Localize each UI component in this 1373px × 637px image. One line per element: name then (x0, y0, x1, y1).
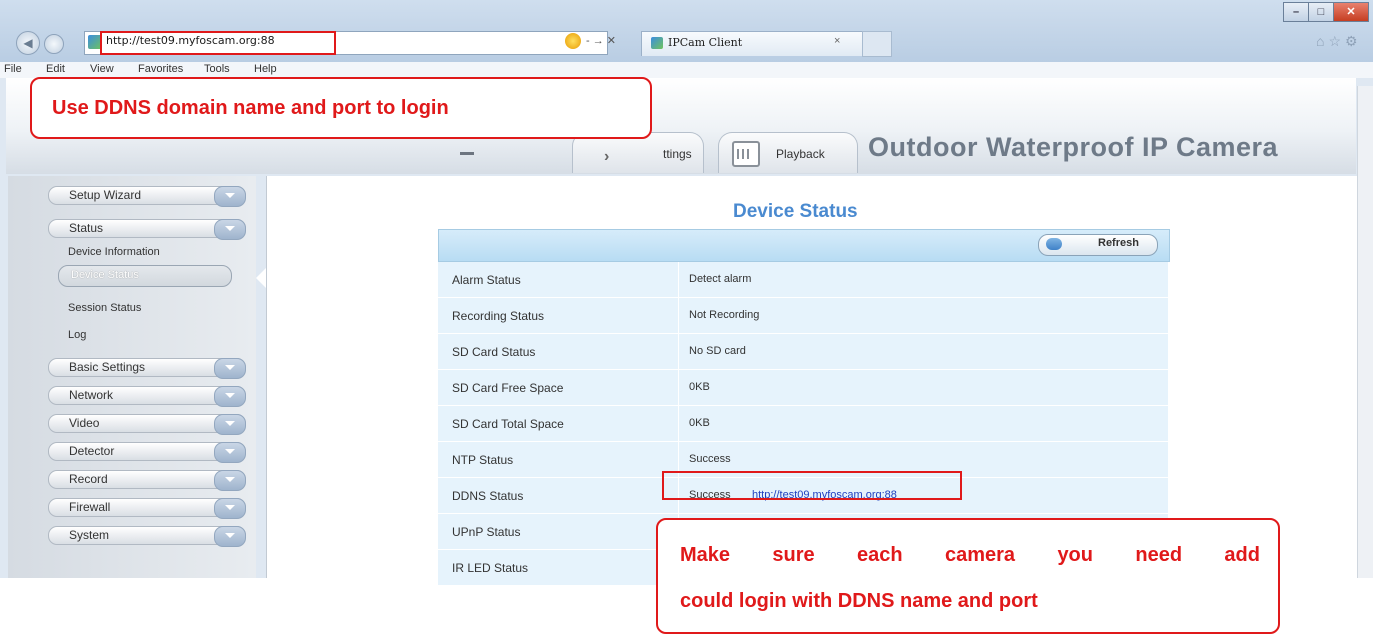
tab-favicon-icon (651, 37, 663, 49)
row-value-cell: 0KB (678, 370, 1169, 405)
table-row: SD Card Status No SD card (438, 334, 1168, 370)
annotation-callout-bottom: Make sure each camera you need add could… (656, 518, 1280, 634)
ddns-highlight-box (662, 471, 962, 500)
row-key: UPnP Status (452, 525, 521, 539)
calendar-icon (732, 141, 760, 167)
sub-item-device-status[interactable]: Device Status (58, 265, 232, 287)
table-row: SD Card Total Space 0KB (438, 406, 1168, 442)
chevron-down-icon (214, 442, 246, 463)
url-highlight-box (100, 31, 336, 55)
live-video-icon[interactable] (460, 146, 474, 155)
new-tab-button[interactable] (862, 31, 892, 57)
sub-item-session-status[interactable]: Session Status (68, 302, 141, 314)
sidebar-item-label: Network (69, 388, 114, 402)
sub-item-log[interactable]: Log (68, 329, 86, 341)
sidebar-item-label: Status (69, 221, 104, 235)
sidebar-item-label: Setup Wizard (69, 188, 142, 202)
tab-settings-label: ttings (663, 147, 692, 161)
sidebar-item-setup-wizard[interactable]: Setup Wizard (48, 186, 246, 207)
menu-favorites[interactable]: Favorites (138, 63, 183, 75)
menu-tools[interactable]: Tools (204, 63, 230, 75)
table-row: Alarm Status Detect alarm (438, 262, 1168, 298)
sidebar-item-label: Basic Settings (69, 360, 146, 374)
sidebar-item-network[interactable]: Network (48, 386, 246, 407)
close-window-button[interactable]: ✕ (1333, 2, 1369, 22)
menu-file[interactable]: File (4, 63, 22, 75)
menu-bar: File Edit View Favorites Tools Help (0, 62, 1373, 78)
page-title: Device Status (733, 201, 858, 222)
table-row: SD Card Free Space 0KB (438, 370, 1168, 406)
annotation-text: Use DDNS domain name and port to login (52, 97, 449, 119)
menu-help[interactable]: Help (254, 63, 277, 75)
row-key: Alarm Status (452, 273, 521, 287)
compatibility-view-icon[interactable] (565, 33, 581, 49)
maximize-icon: □ (1317, 6, 1325, 18)
sidebar-item-system[interactable]: System (48, 526, 246, 547)
row-key: SD Card Status (452, 345, 536, 359)
sidebar-item-video[interactable]: Video (48, 414, 246, 435)
annotation-callout-top: Use DDNS domain name and port to login (30, 77, 652, 139)
chevron-down-icon (214, 219, 246, 240)
settings-chevron-icon: › (604, 148, 610, 165)
vertical-scrollbar[interactable] (1357, 86, 1373, 578)
back-arrow-icon: ◀ (23, 36, 33, 50)
close-icon: ✕ (1346, 6, 1356, 18)
row-value-cell: 0KB (678, 406, 1169, 441)
row-value-cell: Not Recording (678, 298, 1169, 333)
row-value: No SD card (689, 345, 746, 357)
row-value-cell: Detect alarm (678, 262, 1169, 297)
annotation-text-line1: Make sure each camera you need add (680, 544, 1260, 566)
sidebar-item-label: Video (69, 416, 100, 430)
minimize-button[interactable]: – (1283, 2, 1309, 22)
forward-button[interactable] (44, 34, 64, 54)
window-controls: – □ ✕ (1283, 2, 1369, 22)
refresh-button-label[interactable]: Refresh (1098, 237, 1139, 249)
sidebar-item-detector[interactable]: Detector (48, 442, 246, 463)
chevron-down-icon (214, 414, 246, 435)
row-value: 0KB (689, 417, 710, 429)
chevron-down-icon (214, 186, 246, 207)
chevron-down-icon (214, 498, 246, 519)
product-title: Outdoor Waterproof IP Camera (868, 132, 1279, 162)
row-value-cell: No SD card (678, 334, 1169, 369)
refresh-icon (1046, 238, 1062, 250)
row-key: DDNS Status (452, 489, 524, 503)
maximize-button[interactable]: □ (1308, 2, 1334, 22)
sub-item-label: Device Status (71, 269, 139, 281)
chevron-down-icon (214, 470, 246, 491)
row-key: SD Card Total Space (452, 417, 564, 431)
tab-close-icon[interactable]: × (834, 35, 840, 47)
sidebar-item-basic-settings[interactable]: Basic Settings (48, 358, 246, 379)
row-key: Recording Status (452, 309, 545, 323)
sub-item-device-information[interactable]: Device Information (68, 246, 160, 258)
home-favorites-tools-icons[interactable]: ⌂☆⚙ (1316, 33, 1362, 50)
row-value: Detect alarm (689, 273, 752, 285)
row-value: Success (689, 453, 731, 465)
tab-playback-label[interactable]: Playback (776, 147, 825, 161)
tab-title[interactable]: IPCam Client (668, 36, 742, 49)
back-button[interactable]: ◀ (16, 31, 40, 55)
sidebar-item-label: Detector (69, 444, 115, 458)
chevron-down-icon (214, 358, 246, 379)
sidebar-item-record[interactable]: Record (48, 470, 246, 491)
row-value: Not Recording (689, 309, 760, 321)
menu-edit[interactable]: Edit (46, 63, 65, 75)
active-pointer (256, 268, 266, 288)
row-key: SD Card Free Space (452, 381, 564, 395)
sidebar-item-status[interactable]: Status (48, 219, 246, 240)
refresh-stop-controls[interactable]: - → ✕ (586, 34, 616, 47)
row-key: IR LED Status (452, 561, 529, 575)
annotation-text-line2: could login with DDNS name and port (680, 590, 1038, 612)
sidebar-item-label: Firewall (69, 500, 111, 514)
sidebar-item-label: Record (69, 472, 108, 486)
chevron-down-icon (214, 526, 246, 547)
sidebar-item-firewall[interactable]: Firewall (48, 498, 246, 519)
row-key: NTP Status (452, 453, 514, 467)
row-value: 0KB (689, 381, 710, 393)
table-row: Recording Status Not Recording (438, 298, 1168, 334)
chevron-down-icon (214, 386, 246, 407)
minimize-icon: – (1292, 6, 1300, 18)
menu-view[interactable]: View (90, 63, 114, 75)
sidebar-item-label: System (69, 528, 110, 542)
